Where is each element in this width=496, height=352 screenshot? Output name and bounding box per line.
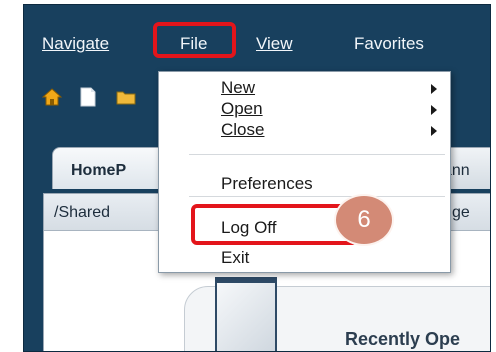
home-icon[interactable] (41, 87, 63, 112)
submenu-arrow-icon (431, 84, 437, 94)
file-menu-highlight (153, 22, 236, 58)
log-off-highlight (191, 204, 358, 245)
menu-item-new-label: New (221, 78, 256, 97)
menu-view-label: View (256, 34, 293, 53)
menu-view[interactable]: View (256, 34, 293, 54)
menu-bar: Navigate File View Favorites (24, 5, 490, 77)
recent-document-icon (215, 277, 277, 351)
recently-opened-panel: Recently Ope (184, 277, 490, 351)
menu-navigate-label: Navigate (42, 34, 110, 53)
path-trailing-text: ge (452, 204, 470, 221)
menu-item-open-label: Open (221, 99, 263, 118)
menu-item-close[interactable]: Close (221, 120, 264, 140)
menu-item-preferences-label: Preferences (221, 174, 313, 193)
menu-item-preferences[interactable]: Preferences (221, 174, 313, 194)
submenu-arrow-icon (431, 105, 437, 115)
path-text: /Shared (54, 204, 111, 221)
new-document-icon[interactable] (80, 87, 96, 112)
recently-opened-title: Recently Ope (345, 329, 461, 349)
menu-item-exit[interactable]: Exit (221, 248, 249, 268)
menu-favorites-label: Favorites (354, 34, 424, 53)
menu-item-exit-label: Exit (221, 248, 250, 267)
menu-navigate[interactable]: Navigate (42, 34, 109, 54)
menu-separator (189, 196, 445, 197)
menu-item-open[interactable]: Open (221, 99, 263, 119)
step-number-badge: 6 (334, 194, 394, 246)
folder-icon[interactable] (116, 89, 136, 110)
tab-home-label: HomeP (71, 162, 127, 179)
menu-separator (189, 154, 445, 155)
submenu-arrow-icon (431, 126, 437, 136)
menu-item-new[interactable]: New (221, 78, 255, 98)
menu-item-close-label: Close (221, 120, 265, 139)
menu-favorites[interactable]: Favorites (354, 34, 424, 54)
